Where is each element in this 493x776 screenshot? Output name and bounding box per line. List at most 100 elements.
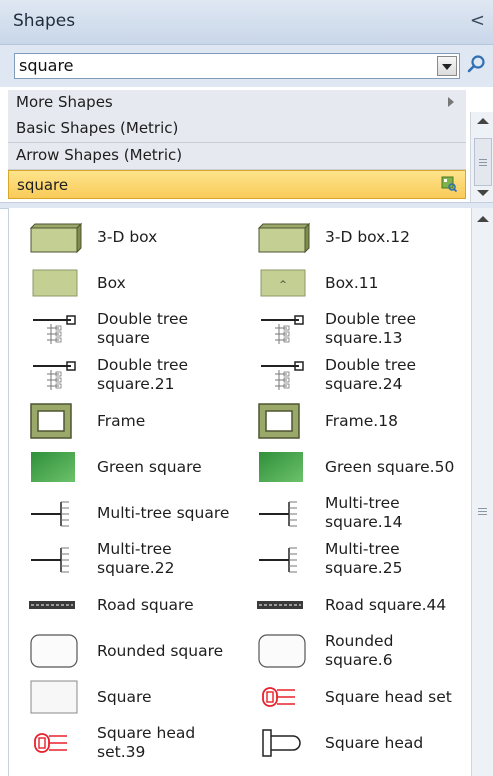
shape-label: Multi-tree square [97,503,230,522]
shapes-panel: Shapes < More Shapes Basic Shapes (Metri… [0,0,493,776]
shape-label: Multi-tree square.22 [97,540,175,577]
shape-label: Frame.18 [325,411,398,430]
shape-item[interactable]: Square head [245,720,465,766]
green-square-icon [31,452,75,482]
shape-label: Green square [97,457,202,476]
svg-text:^: ^ [279,280,287,290]
multi-tree-icon [259,501,297,527]
road-icon [257,601,303,609]
panel-title: Shapes [13,11,76,31]
shape-item[interactable]: Multi-tree square.25 [245,536,465,582]
shape-item[interactable]: Multi-tree square.22 [17,536,237,582]
shape-label: Box.11 [325,273,379,292]
double-tree-icon [33,361,76,390]
shape-label: Road square [97,595,194,614]
shape-label: Multi-tree square.25 [325,540,403,577]
shape-item[interactable]: Green square.50 [245,444,465,490]
shape-item[interactable]: Double tree square.21 [17,352,237,398]
double-tree-icon [33,315,76,344]
shape-item[interactable]: Frame.18 [245,398,465,444]
shape-item[interactable]: Square head set [245,674,465,720]
shape-item[interactable]: Green square [17,444,237,490]
shape-item[interactable]: Rounded square [17,628,237,674]
rounded-square-icon [30,634,78,668]
frame-icon [258,403,300,439]
green-square-icon [259,452,303,482]
multi-tree-icon [31,501,69,527]
shape-label: Rounded square [97,641,224,660]
scroll-thumb[interactable] [474,138,492,186]
shape-item[interactable]: Multi-tree square [17,490,237,536]
search-history-dropdown-button[interactable] [437,56,457,76]
3d-box-icon [257,222,311,254]
shape-label: Double tree square [97,310,189,347]
stencil-label: Basic Shapes (Metric) [16,119,179,137]
scroll-up-icon[interactable] [477,118,489,124]
shape-item[interactable]: Double tree square [17,306,237,352]
square-head-icon [262,729,301,757]
shape-label: Double tree square.24 [325,356,417,393]
shape-label: 3-D box [97,227,158,246]
shape-label: Square head [325,733,424,752]
rounded-square-icon [258,634,306,668]
shape-item[interactable]: Box [17,260,237,306]
square-icon [30,680,78,714]
stencil-search-results-active[interactable]: square [8,170,466,199]
scroll-grip[interactable] [478,508,487,509]
shape-label: Double tree square.21 [97,356,189,393]
search-results-stencil-icon [441,176,457,192]
search-box [14,53,460,79]
shape-item[interactable]: Road square.44 [245,582,465,628]
stencil-arrow-shapes-metric[interactable]: Arrow Shapes (Metric) [8,143,466,170]
shape-item[interactable]: Square head set.39 [17,720,237,766]
shape-label: Square head set.39 [97,724,196,761]
submenu-arrow-icon [448,97,454,107]
shape-label: Rounded square.6 [325,632,394,669]
collapse-panel-icon[interactable]: < [470,10,485,31]
double-tree-icon [261,361,304,390]
shape-label: Green square.50 [325,457,455,476]
stencil-more-shapes[interactable]: More Shapes [8,89,466,117]
shape-item[interactable]: 3-D box [17,214,237,260]
shape-item[interactable]: Multi-tree square.14 [245,490,465,536]
search-row [0,45,493,87]
shape-label: Square head set [325,687,452,706]
shape-item[interactable]: ^ Box.11 [245,260,465,306]
shapes-grid: 3-D box 3-D box.12 Box ^ Box.11 Double t… [8,208,471,776]
multi-tree-icon [259,547,297,573]
shape-label: Multi-tree square.14 [325,494,403,531]
double-tree-icon [261,315,304,344]
shape-item[interactable]: Double tree square.13 [245,306,465,352]
shape-item[interactable]: Double tree square.24 [245,352,465,398]
multi-tree-icon [31,547,69,573]
shape-label: Road square.44 [325,595,447,614]
stencil-list-scrollbar[interactable] [470,112,493,202]
shape-item[interactable]: Square [17,674,237,720]
shapes-panel-header: Shapes < [0,0,493,45]
stencil-label: Arrow Shapes (Metric) [16,146,183,164]
shape-item[interactable]: 3-D box.12 [245,214,465,260]
search-input[interactable] [19,55,429,75]
square-head-set-icon [34,733,67,753]
stencil-label: square [17,176,69,194]
scroll-down-icon[interactable] [477,190,489,196]
road-icon [29,601,75,609]
shape-item[interactable]: Frame [17,398,237,444]
shape-item[interactable]: Rounded square.6 [245,628,465,674]
shape-label: Square [97,687,152,706]
shape-label: Double tree square.13 [325,310,417,347]
shape-label: 3-D box.12 [325,227,410,246]
scroll-up-icon[interactable] [477,216,489,222]
box-icon: ^ [260,269,306,297]
shapes-scrollbar[interactable] [471,208,493,776]
shape-label: Box [97,273,126,292]
3d-box-icon [29,222,83,254]
square-head-set-icon [262,687,295,707]
frame-icon [30,403,72,439]
stencil-basic-shapes-metric[interactable]: Basic Shapes (Metric) [8,116,466,143]
stencil-label: More Shapes [16,93,113,111]
box-icon [32,269,78,297]
shape-item[interactable]: Road square [17,582,237,628]
search-icon[interactable] [467,54,487,74]
shape-label: Frame [97,411,146,430]
